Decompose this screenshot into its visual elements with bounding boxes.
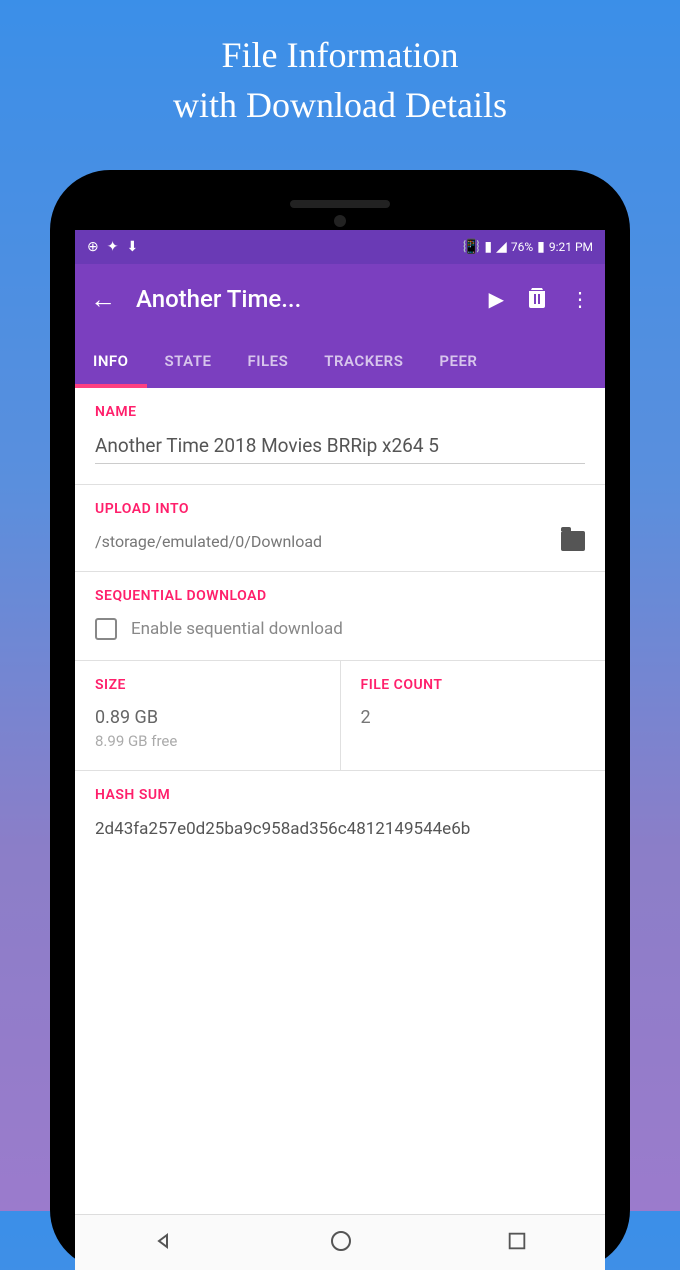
globe-icon: ⊕ xyxy=(87,239,99,255)
battery-icon: ▮ xyxy=(537,239,545,255)
tabs: INFO STATE FILES TRACKERS PEER xyxy=(75,334,605,388)
app-bar: ← Another Time... ▶ ⋮ xyxy=(75,264,605,334)
battery-percent: 76% xyxy=(511,240,533,254)
action-icons: ▶ ⋮ xyxy=(489,286,590,313)
hash-label: HASH SUM xyxy=(95,787,585,803)
sequential-checkbox-label: Enable sequential download xyxy=(131,619,343,639)
nav-back[interactable] xyxy=(152,1229,176,1257)
size-free: 8.99 GB free xyxy=(95,732,320,750)
size-section: SIZE 0.89 GB 8.99 GB free xyxy=(75,661,341,770)
back-button[interactable]: ← xyxy=(90,284,116,315)
content: NAME Another Time 2018 Movies BRRip x264… xyxy=(75,388,605,863)
upload-label: UPLOAD INTO xyxy=(95,501,585,517)
nav-recent[interactable] xyxy=(506,1230,528,1256)
more-icon[interactable]: ⋮ xyxy=(570,287,590,311)
signal-icon: ◢ xyxy=(496,239,507,255)
upload-section: UPLOAD INTO /storage/emulated/0/Download xyxy=(75,485,605,572)
sequential-section: SEQUENTIAL DOWNLOAD Enable sequential do… xyxy=(75,572,605,661)
sequential-label: SEQUENTIAL DOWNLOAD xyxy=(95,588,585,604)
name-label: NAME xyxy=(95,404,585,420)
tab-trackers[interactable]: TRACKERS xyxy=(306,334,421,388)
size-label: SIZE xyxy=(95,677,320,693)
hash-section: HASH SUM 2d43fa257e0d25ba9c958ad356c4812… xyxy=(75,771,605,863)
status-bar: ⊕ ✦ ⬇ 📳 ▮ ◢ 76% ▮ 9:21 PM xyxy=(75,230,605,264)
nav-home[interactable] xyxy=(329,1229,353,1257)
folder-icon[interactable] xyxy=(561,531,585,551)
plus-icon: ✦ xyxy=(107,239,119,255)
status-left: ⊕ ✦ ⬇ xyxy=(87,239,138,255)
tab-peers[interactable]: PEER xyxy=(421,334,495,388)
screen: ⊕ ✦ ⬇ 📳 ▮ ◢ 76% ▮ 9:21 PM ← Another Time… xyxy=(75,230,605,1270)
app-title: Another Time... xyxy=(136,285,489,313)
upload-row: /storage/emulated/0/Download xyxy=(95,531,585,551)
tab-state[interactable]: STATE xyxy=(147,334,230,388)
promo-line2: with Download Details xyxy=(0,80,680,130)
vibrate-icon: 📳 xyxy=(463,239,480,255)
filecount-label: FILE COUNT xyxy=(361,677,586,693)
phone-speaker xyxy=(334,215,346,227)
name-section: NAME Another Time 2018 Movies BRRip x264… xyxy=(75,388,605,485)
phone-frame: ⊕ ✦ ⬇ 📳 ▮ ◢ 76% ▮ 9:21 PM ← Another Time… xyxy=(50,170,630,1270)
wifi-icon: ▮ xyxy=(484,239,492,255)
filecount-section: FILE COUNT 2 xyxy=(341,661,606,770)
size-count-row: SIZE 0.89 GB 8.99 GB free FILE COUNT 2 xyxy=(75,661,605,771)
promo-title: File Information with Download Details xyxy=(0,0,680,131)
phone-notch xyxy=(290,200,390,208)
upload-path: /storage/emulated/0/Download xyxy=(95,532,322,551)
checkbox-row: Enable sequential download xyxy=(95,618,585,640)
download-icon: ⬇ xyxy=(126,239,138,255)
delete-icon[interactable] xyxy=(528,286,546,313)
filecount-value: 2 xyxy=(361,707,586,728)
promo-line1: File Information xyxy=(0,30,680,80)
name-input[interactable]: Another Time 2018 Movies BRRip x264 5 xyxy=(95,434,585,464)
sequential-checkbox[interactable] xyxy=(95,618,117,640)
size-value: 0.89 GB xyxy=(95,707,320,728)
hash-value: 2d43fa257e0d25ba9c958ad356c4812149544e6b xyxy=(95,817,585,843)
tab-info[interactable]: INFO xyxy=(75,334,147,388)
play-icon[interactable]: ▶ xyxy=(489,287,504,311)
status-time: 9:21 PM xyxy=(549,240,593,254)
tab-files[interactable]: FILES xyxy=(229,334,306,388)
nav-bar xyxy=(75,1214,605,1270)
status-right: 📳 ▮ ◢ 76% ▮ 9:21 PM xyxy=(463,239,593,255)
